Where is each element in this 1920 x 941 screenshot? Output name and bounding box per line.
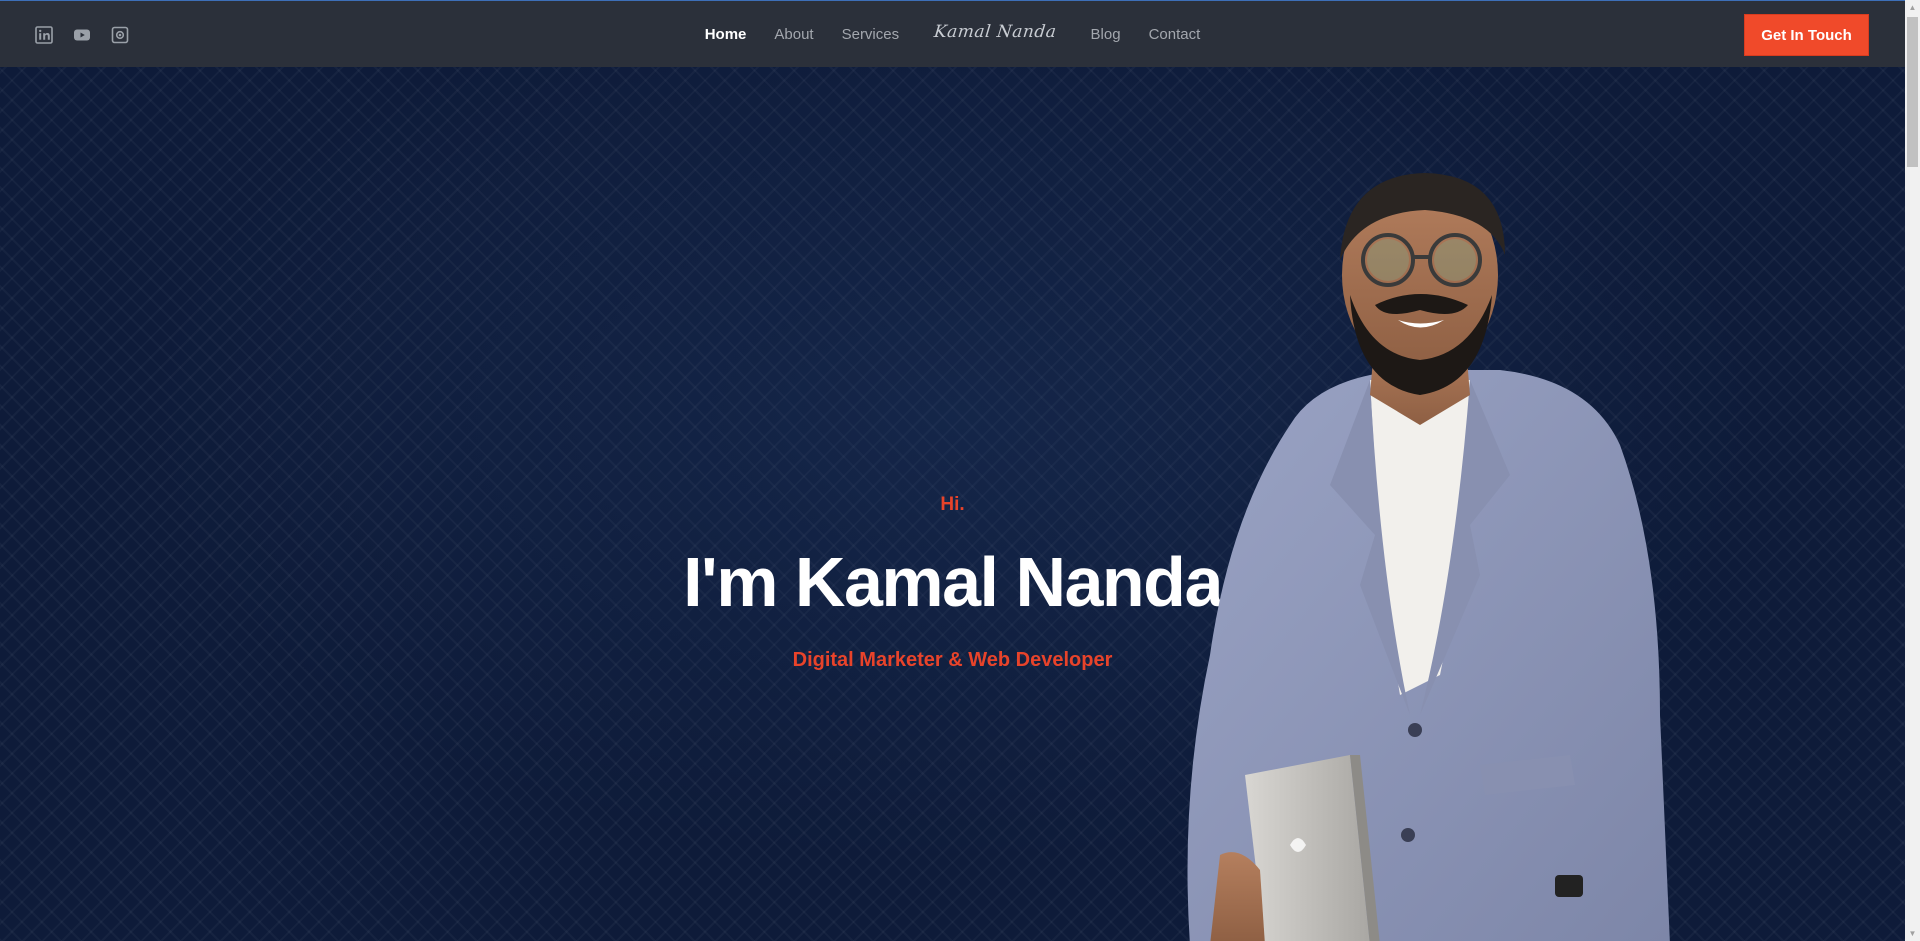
nav-blog[interactable]: Blog	[1091, 26, 1121, 43]
get-in-touch-button[interactable]: Get In Touch	[1744, 14, 1869, 56]
nav-contact[interactable]: Contact	[1149, 26, 1201, 43]
portrait-image	[1187, 173, 1670, 941]
hero-section: Hi. I'm Kamal Nanda Digital Marketer & W…	[0, 67, 1905, 941]
page-scrollbar[interactable]: ▲ ▼	[1905, 0, 1920, 941]
scroll-down-arrow-icon[interactable]: ▼	[1905, 926, 1920, 941]
nav-right-group: Blog Contact	[1091, 26, 1201, 43]
scroll-thumb[interactable]	[1907, 17, 1918, 167]
nav-about[interactable]: About	[774, 26, 813, 43]
window-top-border	[0, 0, 1905, 1]
navbar: Home About Services Kamal Nanda Blog Con…	[0, 1, 1905, 67]
nav-home[interactable]: Home	[705, 26, 747, 43]
site-logo[interactable]: Kamal Nanda	[933, 22, 1058, 42]
main-navigation: Home About Services Kamal Nanda Blog Con…	[0, 1, 1905, 67]
scroll-up-arrow-icon[interactable]: ▲	[1905, 0, 1920, 15]
nav-services[interactable]: Services	[842, 26, 900, 43]
nav-left-group: Home About Services	[705, 26, 899, 43]
